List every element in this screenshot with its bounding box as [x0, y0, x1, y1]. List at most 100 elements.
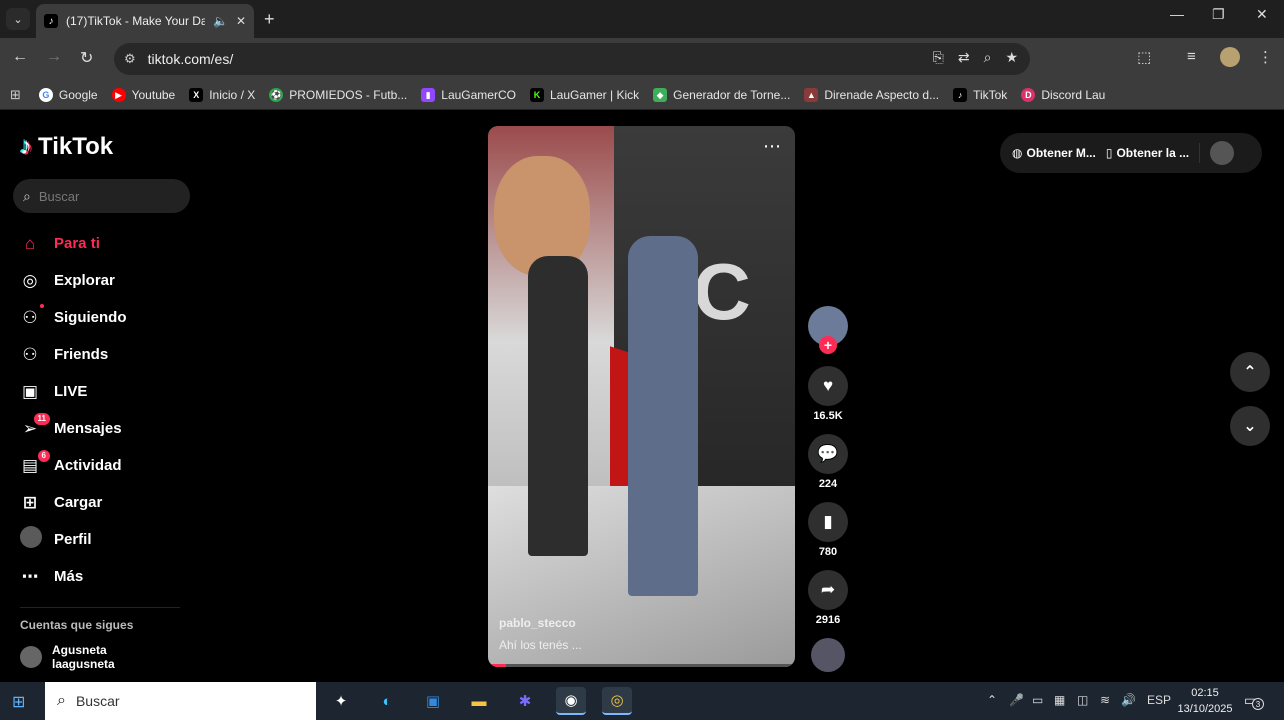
- wifi-icon[interactable]: ≋: [1100, 693, 1110, 707]
- account-handle: laagusneta: [52, 657, 115, 671]
- apps-grid-icon[interactable]: ⊞: [10, 87, 21, 103]
- bookmark-generador[interactable]: ◆ Generador de Torne...: [653, 87, 790, 102]
- following-account[interactable]: Agusneta laagusneta: [20, 643, 115, 671]
- user-avatar[interactable]: [1210, 141, 1235, 165]
- tray-app-icon[interactable]: ▭: [1032, 693, 1043, 707]
- translate-icon[interactable]: ⇄: [958, 49, 970, 66]
- music-disc-icon[interactable]: [811, 638, 845, 672]
- creator-avatar[interactable]: +: [808, 306, 848, 354]
- sidebar-item-mas[interactable]: ⋯ Más: [20, 558, 190, 595]
- get-app-label-2: Obtener la ...: [1116, 146, 1190, 160]
- back-button[interactable]: ←: [12, 48, 28, 66]
- reload-button[interactable]: ↻: [80, 48, 93, 68]
- video-more-icon[interactable]: ⋯: [763, 136, 781, 157]
- taskbar-clock[interactable]: 02:15 13/10/2025: [1170, 685, 1240, 717]
- tab-close-icon[interactable]: ✕: [236, 14, 246, 28]
- comment-button[interactable]: 💬: [808, 434, 848, 474]
- tab-search-button[interactable]: ⌄: [6, 8, 30, 30]
- save-count: 780: [818, 546, 838, 558]
- search-input[interactable]: ⌕ Buscar: [13, 179, 190, 213]
- speaker-icon[interactable]: 🔈: [213, 14, 228, 28]
- sidebar-item-label: Actividad: [54, 457, 122, 474]
- profile-avatar-chrome[interactable]: [1220, 47, 1240, 67]
- video-logo-shape: C: [693, 247, 751, 336]
- share-count: 2916: [815, 614, 841, 626]
- sidebar-item-cargar[interactable]: ⊞ Cargar: [20, 484, 190, 521]
- media-controls-icon[interactable]: ≡: [1187, 48, 1196, 65]
- chrome-menu-icon[interactable]: ⋮: [1258, 48, 1273, 66]
- capture-icon[interactable]: ▦: [1054, 693, 1065, 707]
- zoom-icon[interactable]: ⌕: [984, 49, 992, 66]
- close-window-button[interactable]: ✕: [1256, 6, 1268, 23]
- promiedos-icon: ⚽: [269, 87, 284, 102]
- save-button[interactable]: ▮: [808, 502, 848, 542]
- chevron-down-icon: ⌄: [1243, 418, 1257, 435]
- account-name: Agusneta: [52, 643, 107, 657]
- install-app-icon[interactable]: ⎘: [933, 49, 944, 66]
- volume-icon[interactable]: 🔊: [1121, 693, 1136, 707]
- browser-tab[interactable]: ♪ (17)TikTok - Make Your Day 🔈 ✕: [36, 4, 254, 38]
- address-bar[interactable]: ⚙ tiktok.com/es/ ⎘ ⇄ ⌕ ★: [114, 43, 1030, 75]
- sidebar-item-friends[interactable]: ⚇ Friends: [20, 336, 190, 373]
- maximize-button[interactable]: ❐: [1212, 6, 1225, 23]
- minimize-button[interactable]: —: [1170, 6, 1184, 22]
- file-explorer-icon[interactable]: ▬: [464, 687, 494, 715]
- forward-button[interactable]: →: [46, 48, 62, 66]
- sidebar-item-siguiendo[interactable]: ⚇ Siguiendo: [20, 299, 190, 336]
- sidebar-item-actividad[interactable]: ▤ 6 Actividad: [20, 447, 190, 484]
- share-button[interactable]: ➦: [808, 570, 848, 610]
- video-player[interactable]: C ⋯ pablo_stecco Ahí los tenés ...: [488, 126, 795, 667]
- bookmark-tiktok[interactable]: ♪ TikTok: [953, 87, 1007, 102]
- bookmark-twitch[interactable]: ▮ LauGamerCO: [421, 87, 516, 102]
- bookmark-label: LauGamer | Kick: [549, 87, 640, 102]
- get-app-button-1[interactable]: ◍ Obtener M...: [1012, 146, 1096, 160]
- bookmark-promiedos[interactable]: ⚽ PROMIEDOS - Futb...: [269, 87, 407, 102]
- copilot-icon[interactable]: ✦: [326, 687, 356, 715]
- bookmark-x[interactable]: X Inicio / X: [189, 87, 255, 102]
- bookmark-label: Google: [58, 87, 98, 102]
- bookmark-star-icon[interactable]: ★: [1005, 49, 1018, 66]
- windows-start-icon[interactable]: ⊞: [12, 692, 25, 712]
- sidebar-item-para-ti[interactable]: ⌂ Para ti: [20, 225, 190, 262]
- bookmarks-bar: ⊞ G Google ▶ Youtube X Inicio / X ⚽ PROMIEDO…: [0, 80, 1284, 110]
- site-info-icon[interactable]: ⚙: [124, 51, 136, 67]
- next-video-button[interactable]: ⌄: [1230, 406, 1270, 446]
- microphone-icon[interactable]: 🎤: [1009, 693, 1024, 707]
- sidebar-item-label: Cargar: [54, 494, 103, 511]
- direnade-icon: ▲: [804, 87, 819, 102]
- bookmark-kick[interactable]: K LauGamer | Kick: [529, 87, 640, 102]
- app-icon[interactable]: ✱: [510, 687, 540, 715]
- sidebar-item-live[interactable]: ▣ LIVE: [20, 373, 190, 410]
- url-text[interactable]: tiktok.com/es/: [148, 51, 234, 67]
- obs-icon[interactable]: ◉: [556, 687, 586, 715]
- outlook-icon[interactable]: ▣: [418, 687, 448, 715]
- sidebar-item-explorar[interactable]: ◎ Explorar: [20, 262, 190, 299]
- bookmark-discord[interactable]: D Discord Lau: [1021, 87, 1105, 102]
- previous-video-button[interactable]: ⌃: [1230, 352, 1270, 392]
- language-indicator[interactable]: ESP: [1147, 693, 1171, 707]
- edge-icon[interactable]: ◐: [372, 687, 402, 715]
- video-caption[interactable]: Ahí los tenés ...: [499, 638, 582, 652]
- bookmark-google[interactable]: G Google: [38, 87, 98, 102]
- like-count: 16.5K: [813, 410, 843, 422]
- bookmark-youtube[interactable]: ▶ Youtube: [111, 87, 175, 102]
- twitch-icon: ▮: [421, 87, 436, 102]
- sidebar-item-mensajes[interactable]: ➢ 11 Mensajes: [20, 410, 190, 447]
- video-progress-bar[interactable]: [488, 664, 795, 667]
- heart-icon: ♥: [822, 376, 834, 395]
- taskbar-search[interactable]: ⌕ Buscar: [45, 682, 316, 720]
- chrome-icon[interactable]: ◎: [602, 687, 632, 715]
- video-username[interactable]: pablo_stecco: [499, 616, 576, 630]
- bookmark-direnade[interactable]: ▲ Direnade Aspecto d...: [804, 87, 939, 102]
- notification-count: 3: [1252, 698, 1264, 710]
- get-app-button-2[interactable]: ▯ Obtener la ...: [1106, 146, 1189, 160]
- extensions-icon[interactable]: ⬚: [1137, 48, 1151, 66]
- tray-chevron-icon[interactable]: ⌃: [987, 693, 997, 707]
- notification-center-icon[interactable]: ▭ 3: [1244, 692, 1264, 710]
- tiktok-logo[interactable]: ♪ TikTok: [20, 133, 113, 161]
- sidebar-item-perfil[interactable]: Perfil: [20, 521, 190, 558]
- tray-app-icon-2[interactable]: ◫: [1077, 693, 1088, 707]
- follow-plus-icon[interactable]: +: [819, 336, 837, 354]
- new-tab-button[interactable]: +: [264, 9, 275, 30]
- like-button[interactable]: ♥: [808, 366, 848, 406]
